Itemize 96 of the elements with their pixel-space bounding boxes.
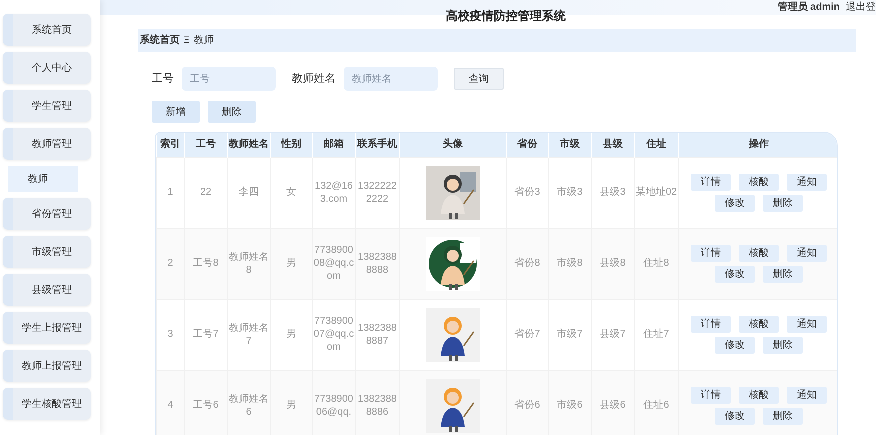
table-cell-text: 女 — [286, 186, 298, 199]
table-cell-text: 县级6 — [599, 399, 627, 412]
sidebar-menu-item[interactable]: 个人中心 — [3, 52, 91, 84]
logout-link[interactable]: 退出登 — [846, 0, 876, 15]
row-action-button[interactable]: 删除 — [763, 266, 803, 282]
row-action-button[interactable]: 修改 — [715, 266, 755, 282]
table-cell-text: 市级7 — [556, 328, 584, 341]
column-header: 市级 — [548, 133, 592, 157]
sidebar-menu-item[interactable]: 教师上报管理 — [3, 350, 91, 382]
table-cell-text: 工号7 — [192, 328, 220, 341]
column-header: 联系手机 — [356, 133, 400, 157]
table-cell-text: 4 — [166, 399, 174, 412]
row-action-button[interactable]: 通知 — [787, 244, 827, 262]
row-action-button[interactable]: 核酸 — [739, 316, 779, 332]
column-header: 住址 — [634, 133, 678, 157]
table-cell-text: 2 — [166, 257, 174, 270]
table-cell-text: 县级3 — [599, 186, 627, 199]
column-header: 县级 — [592, 133, 634, 157]
table-cell-text: 省份6 — [514, 399, 542, 412]
column-header: 性别 — [270, 133, 312, 157]
table-cell-text: 13823888888 — [357, 250, 398, 276]
column-header: 操作 — [678, 133, 837, 157]
sidebar-menu-item[interactable]: 系统首页 — [3, 14, 91, 46]
table-cell: 773890007@qq.com — [313, 315, 355, 354]
field-label: 教师姓名 — [292, 72, 336, 87]
table-cell-text: 住址7 — [642, 328, 670, 341]
table-cell-text: 市级3 — [556, 186, 584, 199]
table-cell-text: 工号8 — [192, 257, 220, 270]
table-cell-text: 13823888886 — [357, 392, 398, 418]
row-action-button[interactable]: 核酸 — [739, 174, 779, 190]
table-cell-text: 13823888887 — [357, 322, 398, 348]
row-action-button[interactable]: 通知 — [787, 386, 827, 404]
sidebar-menu-item[interactable]: 学生核酸管理 — [3, 388, 91, 420]
table-cell-text: 县级7 — [599, 328, 627, 341]
table-cell-text: 3 — [166, 328, 174, 341]
search-field[interactable]: 工号 — [182, 67, 276, 91]
toolbar-button[interactable]: 新增 — [152, 101, 200, 123]
toolbar-button[interactable]: 删除 — [208, 101, 256, 123]
table-cell-text: 省份8 — [514, 257, 542, 270]
breadcrumb-item[interactable]: 教师 — [194, 33, 214, 48]
table-cell-text: 22 — [199, 186, 213, 199]
row-action-button[interactable]: 详情 — [691, 316, 731, 332]
table-cell-text: 市级6 — [556, 399, 584, 412]
row-action-button[interactable]: 通知 — [787, 174, 827, 190]
row-action-button[interactable]: 修改 — [715, 194, 755, 212]
table-cell-text: 省份3 — [514, 186, 542, 199]
table-cell-text: 工号6 — [192, 399, 220, 412]
row-action-button[interactable]: 详情 — [691, 386, 731, 404]
table-cell-text: 男 — [286, 328, 298, 341]
sidebar-menu-item[interactable]: 学生管理 — [3, 90, 91, 122]
table-cell-text: 773890006@qq. — [314, 392, 354, 418]
row-action-button[interactable]: 删除 — [763, 336, 803, 354]
breadcrumb-separator: Ξ — [184, 34, 190, 47]
column-header: 头像 — [400, 133, 506, 157]
table-cell: 773890008@qq.com — [313, 244, 355, 283]
row-action-button[interactable]: 修改 — [715, 336, 755, 354]
sidebar-menu-item[interactable]: 省份管理 — [3, 198, 91, 230]
table-cell-text: 住址6 — [642, 399, 670, 412]
column-header: 工号 — [184, 133, 228, 157]
table-cell-text: 县级8 — [599, 257, 627, 270]
sidebar-menu-item[interactable]: 学生上报管理 — [3, 312, 91, 344]
row-action-button[interactable]: 通知 — [787, 316, 827, 332]
table-cell-text: 男 — [286, 399, 298, 412]
table-cell-text: 1 — [166, 186, 174, 199]
table-cell-text: 住址8 — [642, 257, 670, 270]
column-header: 邮箱 — [312, 133, 356, 157]
sidebar-menu-item[interactable]: 教师管理 — [3, 128, 91, 160]
breadcrumb-item[interactable]: 系统首页 — [140, 33, 180, 48]
row-action-button[interactable]: 修改 — [715, 408, 755, 424]
column-header: 教师姓名 — [228, 133, 270, 157]
search-button[interactable]: 查询 — [454, 68, 504, 90]
table-cell: 教师姓名6 — [228, 392, 270, 418]
row-action-button[interactable]: 删除 — [763, 408, 803, 424]
sidebar-submenu-item[interactable]: 教师 — [8, 166, 78, 192]
table-cell: 某地址02 — [635, 186, 678, 199]
app-title: 高校疫情防控管理系统 — [446, 8, 566, 25]
table-cell-text: 13222222222 — [357, 180, 398, 206]
row-action-button[interactable]: 详情 — [691, 174, 731, 190]
column-header: 省份 — [506, 133, 548, 157]
row-action-button[interactable]: 删除 — [763, 194, 803, 212]
sidebar-menu-item[interactable]: 县级管理 — [3, 274, 91, 306]
table-cell: 教师姓名7 — [228, 322, 270, 348]
row-action-button[interactable]: 核酸 — [739, 244, 779, 262]
field-label: 工号 — [152, 72, 174, 87]
table-cell: 教师姓名8 — [228, 250, 270, 276]
row-action-button[interactable]: 核酸 — [739, 386, 779, 404]
table-cell-text: 省份7 — [514, 328, 542, 341]
table-cell-text: 男 — [286, 257, 298, 270]
table-cell-text: 132@163.com — [314, 180, 354, 206]
table-cell-text: 李四 — [238, 186, 260, 199]
row-action-button[interactable]: 详情 — [691, 244, 731, 262]
search-field[interactable]: 教师姓名 — [344, 67, 438, 91]
user-label: 管理员 admin — [778, 0, 840, 15]
sidebar-menu-item[interactable]: 市级管理 — [3, 236, 91, 268]
column-header: 索引 — [156, 133, 184, 157]
table-cell-text: 市级8 — [556, 257, 584, 270]
